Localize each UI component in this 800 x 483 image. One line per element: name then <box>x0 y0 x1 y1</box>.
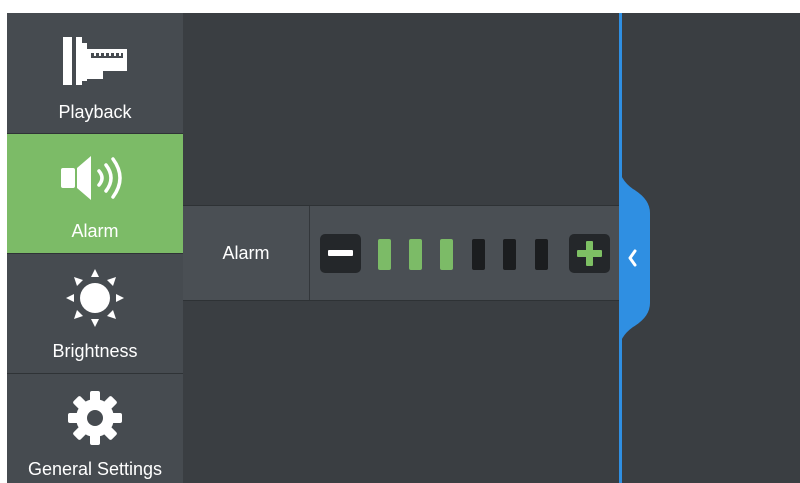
volume-level-segment[interactable] <box>535 239 548 270</box>
sidebar-item-brightness[interactable]: Brightness <box>7 253 183 373</box>
sidebar-item-playback[interactable]: Playback <box>7 13 183 132</box>
panel-toggle-tab[interactable] <box>619 165 654 351</box>
sidebar: Playback Alarm Brightness General Settin… <box>7 13 183 483</box>
volume-level-segment[interactable] <box>378 239 391 270</box>
sidebar-item-label: Brightness <box>52 341 138 361</box>
sidebar-item-label: Alarm <box>71 221 119 241</box>
volume-level-segment[interactable] <box>472 239 485 270</box>
main-content: Alarm <box>183 13 619 483</box>
film-icon <box>7 31 183 91</box>
increase-volume-button[interactable] <box>569 234 610 273</box>
alarm-volume-row: Alarm <box>183 205 619 301</box>
sun-icon <box>7 268 183 328</box>
volume-level-segment[interactable] <box>409 239 422 270</box>
decrease-volume-button[interactable] <box>320 234 361 273</box>
gear-icon <box>7 388 183 448</box>
sidebar-item-label: General Settings <box>27 459 163 479</box>
sidebar-item-alarm[interactable]: Alarm <box>7 133 183 253</box>
minus-icon <box>328 250 353 256</box>
volume-level-segment[interactable] <box>503 239 516 270</box>
screen: Playback Alarm Brightness General Settin… <box>7 13 800 483</box>
sidebar-item-general-settings[interactable]: General Settings <box>7 373 183 483</box>
speaker-icon <box>7 148 183 208</box>
alarm-row-label: Alarm <box>183 206 310 300</box>
volume-level-segment[interactable] <box>440 239 453 270</box>
sidebar-item-label: Playback <box>58 102 132 122</box>
